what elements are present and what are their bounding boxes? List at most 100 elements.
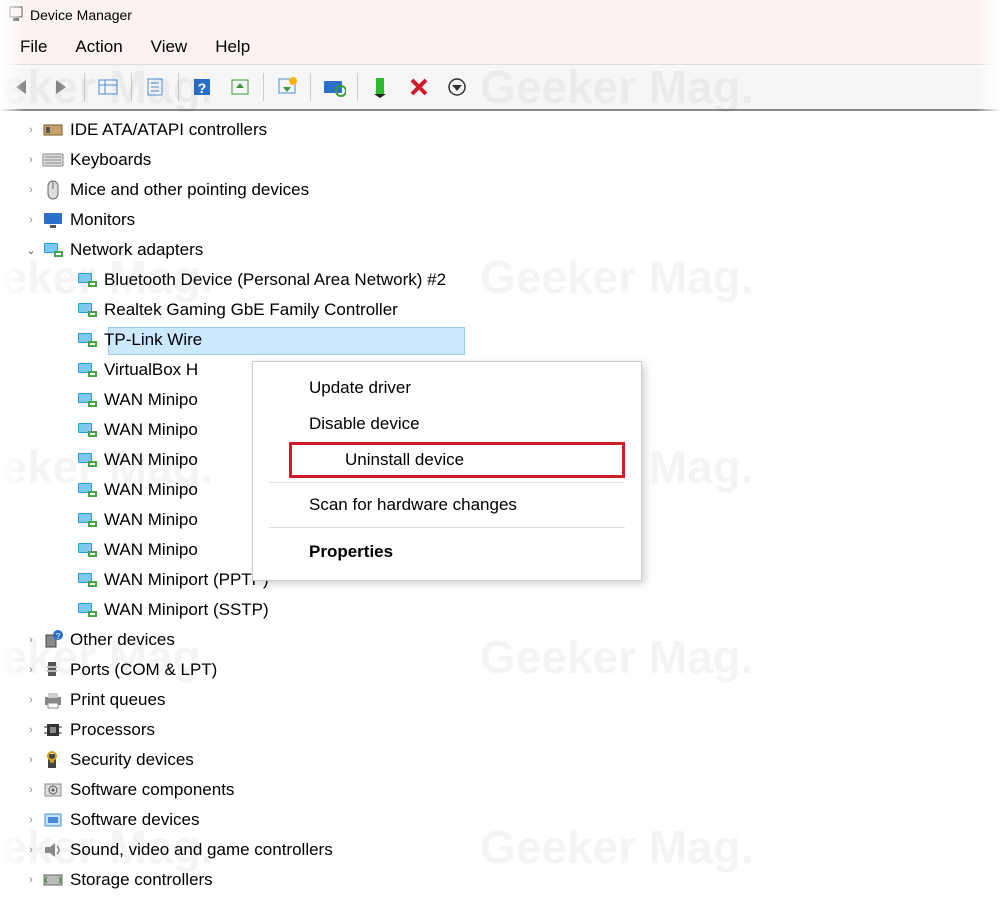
tree-device-label: WAN Minipo	[104, 450, 198, 470]
tree-device-label: VirtualBox H	[104, 360, 198, 380]
remove-device-icon[interactable]	[404, 72, 434, 102]
network-adapter-icon	[76, 479, 98, 501]
device-manager-icon	[8, 6, 30, 25]
chevron-right-icon[interactable]: ›	[24, 754, 38, 766]
context-properties[interactable]: Properties	[253, 532, 641, 572]
update-driver-icon[interactable]	[225, 72, 255, 102]
tree-category-label: Software devices	[70, 810, 199, 830]
window-titlebar: Device Manager	[0, 0, 1000, 30]
chevron-right-icon[interactable]: ›	[24, 214, 38, 226]
tree-category[interactable]: › IDE ATA/ATAPI controllers	[14, 115, 1000, 145]
network-adapter-icon	[76, 419, 98, 441]
chevron-right-icon[interactable]: ›	[24, 814, 38, 826]
tree-device-label: WAN Minipo	[104, 480, 198, 500]
menu-action[interactable]: Action	[61, 33, 136, 61]
context-scan-hardware[interactable]: Scan for hardware changes	[253, 487, 641, 523]
forward-arrow-icon[interactable]	[46, 72, 76, 102]
tree-device-label: WAN Minipo	[104, 510, 198, 530]
chevron-right-icon[interactable]: ›	[24, 694, 38, 706]
chevron-right-icon[interactable]: ›	[24, 724, 38, 736]
tree-category-label: IDE ATA/ATAPI controllers	[70, 120, 267, 140]
back-arrow-icon[interactable]	[8, 72, 38, 102]
tree-category[interactable]: › Sound, video and game controllers	[14, 835, 1000, 865]
tree-category[interactable]: › Software components	[14, 775, 1000, 805]
tree-category-label: Ports (COM & LPT)	[70, 660, 217, 680]
network-adapter-icon	[76, 389, 98, 411]
network-adapter-icon	[76, 299, 98, 321]
tree-category[interactable]: › Monitors	[14, 205, 1000, 235]
mouse-icon	[42, 179, 64, 201]
tree-category[interactable]: › Print queues	[14, 685, 1000, 715]
tree-category-label: Keyboards	[70, 150, 151, 170]
monitor-icon	[42, 209, 64, 231]
tree-category[interactable]: › Ports (COM & LPT)	[14, 655, 1000, 685]
tree-device-label: Realtek Gaming GbE Family Controller	[104, 300, 398, 320]
network-adapter-icon	[76, 509, 98, 531]
tree-device-label: WAN Miniport (SSTP)	[104, 600, 269, 620]
network-adapter-icon	[76, 539, 98, 561]
network-adapter-icon	[76, 449, 98, 471]
context-uninstall-device[interactable]: Uninstall device	[289, 442, 625, 478]
menu-file[interactable]: File	[6, 33, 61, 61]
tree-category-label: Print queues	[70, 690, 165, 710]
context-menu-separator	[269, 482, 625, 483]
tree-category-label: Network adapters	[70, 240, 203, 260]
context-menu-separator	[269, 527, 625, 528]
svg-text:?: ?	[56, 632, 61, 641]
context-menu[interactable]: Update driver Disable device Uninstall d…	[252, 361, 642, 581]
tree-category[interactable]: ›Mice and other pointing devices	[14, 175, 1000, 205]
tree-category-label: Monitors	[70, 210, 135, 230]
tree-category[interactable]: › Keyboards	[14, 145, 1000, 175]
scan-hardware-icon[interactable]	[319, 72, 349, 102]
tree-category[interactable]: › Processors	[14, 715, 1000, 745]
menubar[interactable]: File Action View Help	[0, 30, 1000, 65]
chevron-right-icon[interactable]: ›	[24, 184, 38, 196]
chevron-down-icon[interactable]: ⌄	[24, 244, 38, 257]
chevron-right-icon[interactable]: ›	[24, 634, 38, 646]
menu-help[interactable]: Help	[201, 33, 264, 61]
tree-category[interactable]: ›?Other devices	[14, 625, 1000, 655]
chevron-right-icon[interactable]: ›	[24, 154, 38, 166]
network-adapter-icon	[42, 239, 64, 261]
menu-view[interactable]: View	[137, 33, 202, 61]
tree-device-label: Bluetooth Device (Personal Area Network)…	[104, 270, 446, 290]
chevron-right-icon[interactable]: ›	[24, 124, 38, 136]
tree-category-label: Sound, video and game controllers	[70, 840, 333, 860]
toolbar: ?	[0, 65, 1000, 111]
context-disable-device[interactable]: Disable device	[253, 406, 641, 442]
tree-category-label: Processors	[70, 720, 155, 740]
tree-category[interactable]: ⌄ Network adapters	[14, 235, 1000, 265]
tree-category-label: Software components	[70, 780, 234, 800]
ide-controller-icon	[42, 119, 64, 141]
svg-text:?: ?	[198, 80, 207, 96]
tree-category[interactable]: › Software devices	[14, 805, 1000, 835]
tree-device-label: WAN Minipo	[104, 420, 198, 440]
chevron-right-icon[interactable]: ›	[24, 844, 38, 856]
tree-device-label: WAN Minipo	[104, 390, 198, 410]
chevron-right-icon[interactable]: ›	[24, 784, 38, 796]
help-icon[interactable]: ?	[187, 72, 217, 102]
circle-down-icon[interactable]	[442, 72, 472, 102]
security-device-icon	[42, 749, 64, 771]
tree-device-label: TP-Link Wire	[104, 330, 202, 350]
show-hidden-icon[interactable]	[93, 72, 123, 102]
chevron-right-icon[interactable]: ›	[24, 874, 38, 886]
tree-device[interactable]: Realtek Gaming GbE Family Controller	[14, 295, 1000, 325]
network-adapter-icon	[76, 569, 98, 591]
tree-device[interactable]: Bluetooth Device (Personal Area Network)…	[14, 265, 1000, 295]
network-adapter-icon	[76, 359, 98, 381]
tree-category[interactable]: ›Security devices	[14, 745, 1000, 775]
uninstall-icon[interactable]	[272, 72, 302, 102]
storage-controller-icon	[42, 869, 64, 891]
context-update-driver[interactable]: Update driver	[253, 370, 641, 406]
tree-device[interactable]: WAN Miniport (SSTP)	[14, 595, 1000, 625]
properties-icon[interactable]	[140, 72, 170, 102]
tree-device-label: WAN Minipo	[104, 540, 198, 560]
printer-icon	[42, 689, 64, 711]
network-adapter-icon	[76, 269, 98, 291]
add-legacy-icon[interactable]	[366, 72, 396, 102]
tree-device[interactable]: TP-Link Wire	[14, 325, 1000, 355]
software-component-icon	[42, 779, 64, 801]
tree-category[interactable]: ›Storage controllers	[14, 865, 1000, 895]
chevron-right-icon[interactable]: ›	[24, 664, 38, 676]
